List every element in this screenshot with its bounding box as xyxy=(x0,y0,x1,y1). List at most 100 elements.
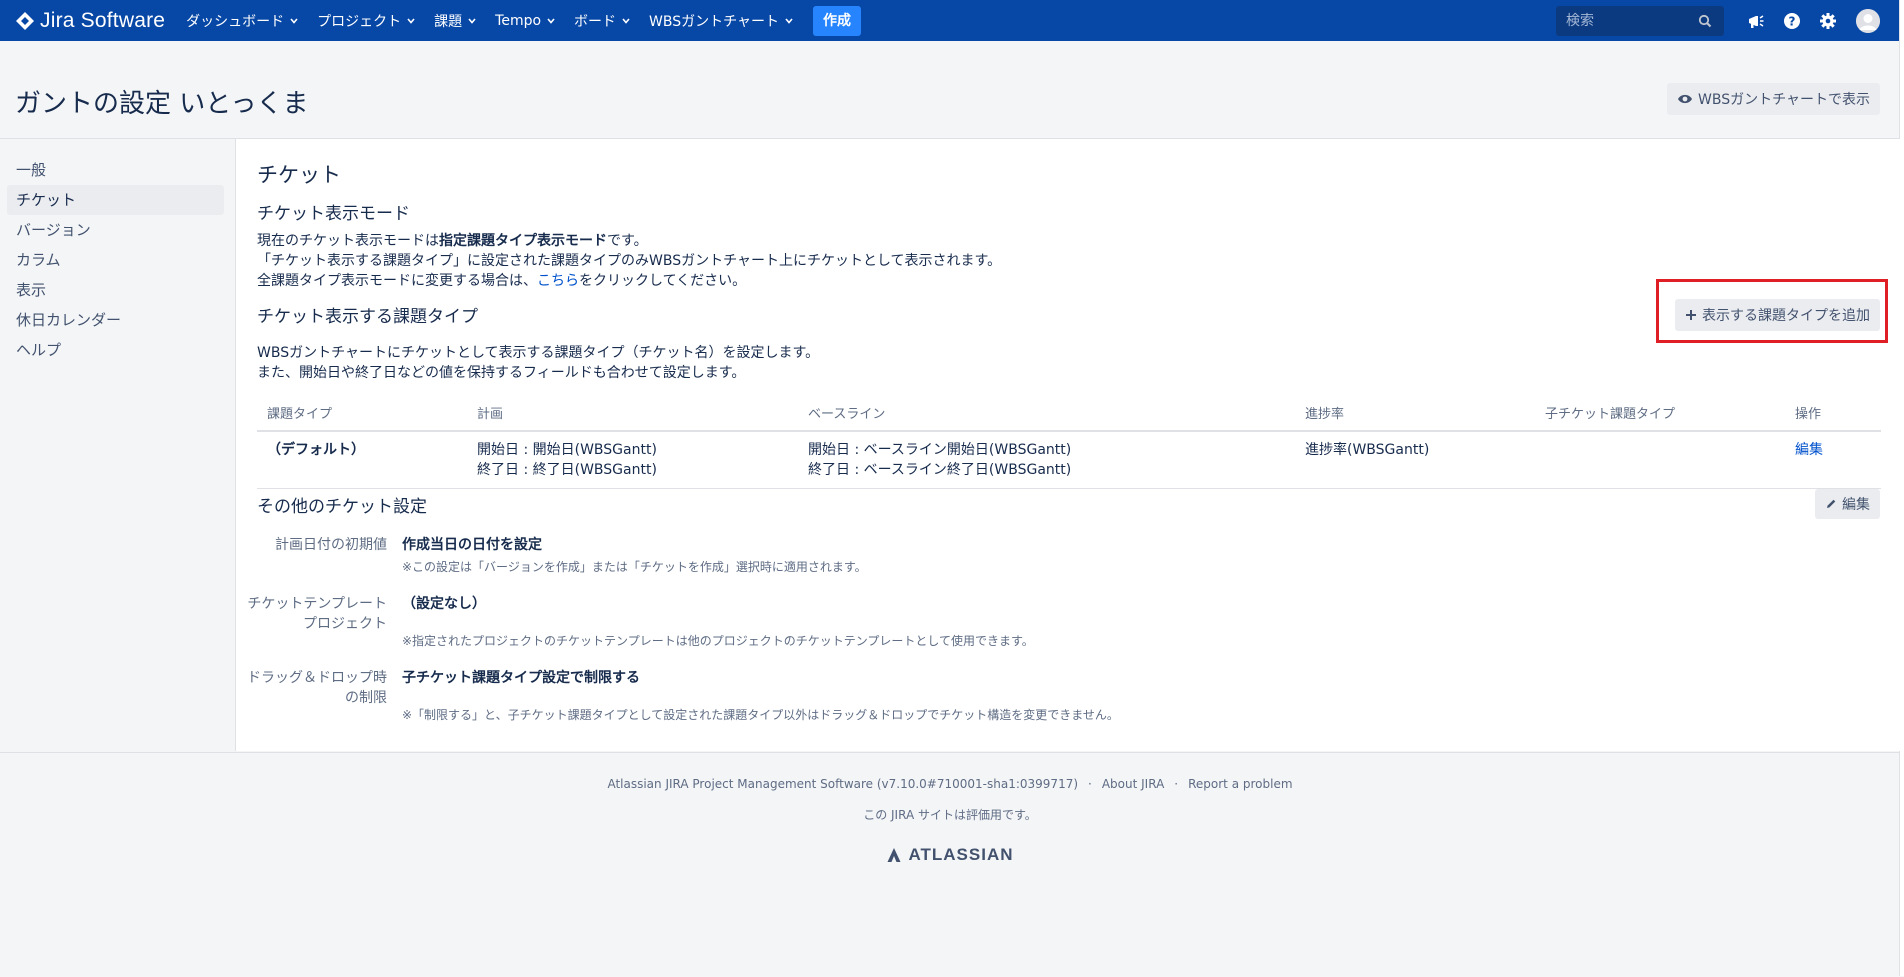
table-row: （デフォルト） 開始日 : 開始日(WBSGantt) 終了日 : 終了日(WB… xyxy=(257,431,1881,489)
col-progress: 進捗率 xyxy=(1295,394,1535,432)
chevron-down-icon xyxy=(547,17,555,24)
chevron-down-icon xyxy=(290,17,298,24)
add-issue-type-label: 表示する課題タイプを追加 xyxy=(1702,308,1870,324)
table-header-row: 課題タイプ 計画 ベースライン 進捗率 子チケット課題タイプ 操作 xyxy=(257,394,1881,432)
row-baseline-end: 終了日 : ベースライン終了日(WBSGantt) xyxy=(808,462,1072,478)
plus-icon xyxy=(1686,310,1696,320)
top-navigation-bar: Jira Software ダッシュボード プロジェクト 課題 Tempo ボー… xyxy=(0,0,1900,41)
setting-value: 子チケット課題タイプ設定で制限する xyxy=(402,670,640,686)
setting-value: 作成当日の日付を設定 xyxy=(402,537,542,553)
footer-separator: · xyxy=(1174,777,1179,791)
sidebar-item-help[interactable]: ヘルプ xyxy=(0,335,234,365)
col-child-issue-type: 子チケット課題タイプ xyxy=(1535,394,1785,432)
setting-note: ※指定されたプロジェクトのチケットテンプレートは他のプロジェクトのチケットテンプ… xyxy=(402,634,1034,648)
row-progress: 進捗率(WBSGantt) xyxy=(1295,431,1535,489)
page-title: ガントの設定 いとっくま xyxy=(15,89,309,119)
jira-diamond-icon xyxy=(16,11,34,30)
mode-line3-prefix: 全課題タイプ表示モードに変更する場合は、 xyxy=(257,273,537,289)
sidebar-item-columns[interactable]: カラム xyxy=(0,245,234,275)
search-box[interactable] xyxy=(1556,5,1724,36)
chevron-down-icon xyxy=(468,17,476,24)
footer-version: Atlassian JIRA Project Management Softwa… xyxy=(607,777,1079,791)
other-settings-title: その他のチケット設定 xyxy=(257,497,427,517)
sidebar-item-general[interactable]: 一般 xyxy=(0,155,234,185)
display-mode-line-1: 現在のチケット表示モードは指定課題タイプ表示モードです。 xyxy=(257,231,1001,251)
row-issue-type: （デフォルト） xyxy=(257,431,467,489)
setting-note: ※この設定は「バージョンを作成」または「チケットを作成」選択時に適用されます。 xyxy=(402,560,867,574)
nav-dashboard[interactable]: ダッシュボード xyxy=(177,0,308,41)
pencil-icon xyxy=(1827,499,1836,508)
atlassian-wordmark: ATLASSIAN xyxy=(908,845,1014,864)
sidebar-item-versions[interactable]: バージョン xyxy=(0,215,234,245)
jira-logo[interactable]: Jira Software xyxy=(16,9,165,33)
user-avatar[interactable] xyxy=(1856,8,1880,33)
col-baseline: ベースライン xyxy=(798,394,1295,432)
setting-label: チケットテンプレートプロジェクト xyxy=(247,596,387,632)
sidebar-item-display[interactable]: 表示 xyxy=(0,275,234,305)
row-plan: 開始日 : 開始日(WBSGantt) 終了日 : 終了日(WBSGantt) xyxy=(467,431,798,489)
display-mode-description: 現在のチケット表示モードは指定課題タイプ表示モードです。 「チケット表示する課題… xyxy=(257,231,1001,291)
nav-tempo[interactable]: Tempo xyxy=(486,0,565,41)
display-mode-title: チケット表示モード xyxy=(257,204,410,224)
issue-types-title: チケット表示する課題タイプ xyxy=(257,307,478,327)
app-name: Jira Software xyxy=(40,8,166,32)
row-child-issue-type xyxy=(1535,431,1785,489)
chevron-down-icon xyxy=(622,17,630,24)
view-in-wbs-gantt-label: WBSガントチャートで表示 xyxy=(1698,92,1870,108)
issue-types-desc-line-1: WBSガントチャートにチケットとして表示する課題タイプ（チケット名）を設定します… xyxy=(257,345,820,361)
mode-line1-suffix: です。 xyxy=(607,233,648,249)
edit-other-settings-button[interactable]: 編集 xyxy=(1815,489,1880,519)
nav-projects-label: プロジェクト xyxy=(317,13,402,30)
sidebar-item-tickets[interactable]: チケット xyxy=(7,185,224,215)
atlassian-mark-icon xyxy=(887,848,901,862)
mode-line1-prefix: 現在のチケット表示モードは xyxy=(257,233,439,249)
setting-label: ドラッグ＆ドロップ時の制限 xyxy=(247,670,387,706)
settings-sidebar: 一般 チケット バージョン カラム 表示 休日カレンダー ヘルプ xyxy=(0,139,234,751)
nav-right-group: ? xyxy=(1556,5,1880,36)
view-in-wbs-gantt-button[interactable]: WBSガントチャートで表示 xyxy=(1667,83,1880,115)
footer-links: Atlassian JIRA Project Management Softwa… xyxy=(0,777,1900,791)
atlassian-logo[interactable]: ATLASSIAN xyxy=(0,845,1900,865)
footer-about-link[interactable]: About JIRA xyxy=(1102,777,1164,791)
help-icon[interactable]: ? xyxy=(1782,11,1802,31)
nav-dashboard-label: ダッシュボード xyxy=(186,13,285,30)
settings-icon[interactable] xyxy=(1818,11,1838,31)
footer-report-link[interactable]: Report a problem xyxy=(1188,777,1292,791)
nav-projects[interactable]: プロジェクト xyxy=(308,0,425,41)
row-baseline-start: 開始日 : ベースライン開始日(WBSGantt) xyxy=(808,442,1072,458)
footer-eval-note: この JIRA サイトは評価用です。 xyxy=(863,808,1037,822)
row-actions: 編集 xyxy=(1785,431,1881,489)
row-baseline: 開始日 : ベースライン開始日(WBSGantt) 終了日 : ベースライン終了… xyxy=(798,431,1295,489)
nav-wbs-gantt[interactable]: WBSガントチャート xyxy=(640,0,803,41)
display-mode-line-3: 全課題タイプ表示モードに変更する場合は、こちらをクリックしてください。 xyxy=(257,271,1001,291)
footer-separator: · xyxy=(1088,777,1092,791)
search-icon xyxy=(1698,14,1712,27)
nav-tempo-label: Tempo xyxy=(495,12,542,29)
nav-boards-label: ボード xyxy=(574,13,617,30)
eye-icon xyxy=(1678,94,1693,104)
notifications-icon[interactable] xyxy=(1746,11,1766,31)
col-actions: 操作 xyxy=(1785,394,1881,432)
user-avatar-icon xyxy=(1856,8,1880,33)
page-header: ガントの設定 いとっくま WBSガントチャートで表示 xyxy=(0,58,1900,139)
svg-text:?: ? xyxy=(1789,14,1796,28)
sidebar-item-holiday-calendar[interactable]: 休日カレンダー xyxy=(0,305,234,335)
row-plan-end: 終了日 : 終了日(WBSGantt) xyxy=(477,462,657,478)
nav-issues-label: 課題 xyxy=(434,13,463,30)
nav-wbs-gantt-label: WBSガントチャート xyxy=(649,13,779,30)
current-mode-value: 指定課題タイプ表示モード xyxy=(439,233,607,249)
add-issue-type-button[interactable]: 表示する課題タイプを追加 xyxy=(1675,299,1880,331)
row-edit-link[interactable]: 編集 xyxy=(1795,442,1823,458)
nav-boards[interactable]: ボード xyxy=(565,0,640,41)
page-footer: Atlassian JIRA Project Management Softwa… xyxy=(0,752,1900,977)
col-issue-type: 課題タイプ xyxy=(257,394,467,432)
switch-mode-link[interactable]: こちら xyxy=(537,273,579,289)
setting-label: 計画日付の初期値 xyxy=(275,537,387,553)
search-input[interactable] xyxy=(1564,11,1698,30)
issue-types-desc-line-2: また、開始日や終了日などの値を保持するフィールドも合わせて設定します。 xyxy=(257,365,746,381)
create-button[interactable]: 作成 xyxy=(813,5,861,36)
nav-issues[interactable]: 課題 xyxy=(425,0,486,41)
display-mode-line-2: 「チケット表示する課題タイプ」に設定された課題タイプのみWBSガントチャート上に… xyxy=(257,253,1002,269)
mode-line3-suffix: をクリックしてください。 xyxy=(579,273,747,289)
setting-note: ※「制限する」と、子チケット課題タイプとして設定された課題タイプ以外はドラッグ＆… xyxy=(402,708,1119,722)
